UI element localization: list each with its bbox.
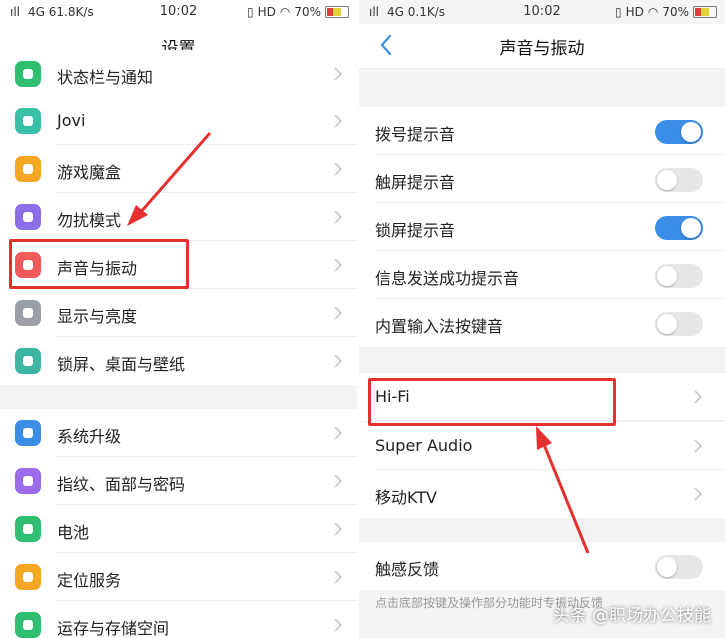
chevron-right-icon [333,569,343,585]
settings-item[interactable]: 勿扰模式 [0,193,357,241]
toggle-label: 锁屏提示音 [375,221,456,240]
toggle-label: 触屏提示音 [375,173,456,192]
settings-item[interactable]: Jovi [0,97,357,145]
haptic-feedback-row[interactable]: 触感反馈 [359,542,725,590]
battery-level: 70% [662,5,689,19]
chevron-right-icon [693,389,703,405]
palette-icon [15,348,41,374]
settings-item-label: 游戏魔盒 [57,163,122,182]
section-gap [359,347,725,373]
chevron-right-icon [333,473,343,489]
settings-item-label: 状态栏与通知 [57,68,154,87]
settings-item-label: 运存与存储空间 [57,619,170,638]
chevron-right-icon [333,617,343,633]
status-bar: ıll 4G 0.1K/s 10:02 ▯ HD ◠ 70% [359,0,725,24]
hd-badge: HD [257,5,276,19]
toggle-switch[interactable] [655,312,703,336]
chevron-right-icon [333,209,343,225]
vibrate-icon: ▯ [614,5,622,19]
section-gap [359,69,725,107]
page-title: 声音与振动 [499,39,585,59]
settings-item-label: 定位服务 [57,571,122,590]
settings-screen: ıll 4G 61.8K/s 10:02 ▯ HD ◠ 70% 设置 状态栏与通… [0,0,357,638]
fingerprint-icon [15,468,41,494]
toggle-row[interactable]: 锁屏提示音 [359,203,725,251]
settings-item-label: Jovi [57,111,86,130]
settings-item[interactable]: 游戏魔盒 [0,145,357,193]
haptic-feedback-toggle[interactable] [655,555,703,579]
battery-icon [325,6,349,18]
link-label: 移动KTV [375,488,437,507]
highlight-box-sound [9,239,189,289]
toggle-switch[interactable] [655,264,703,288]
chevron-right-icon [333,257,343,273]
settings-item[interactable]: 指纹、面部与密码 [0,457,357,505]
highlight-box-hifi [368,378,616,426]
settings-item-label: 指纹、面部与密码 [57,475,186,494]
wifi-icon: ◠ [647,5,659,19]
status-bar: ıll 4G 61.8K/s 10:02 ▯ HD ◠ 70% [0,0,357,24]
settings-item[interactable]: 显示与亮度 [0,289,357,337]
settings-item[interactable]: 状态栏与通知 [0,50,357,98]
settings-item[interactable]: 定位服务 [0,553,357,601]
toggle-switch[interactable] [655,120,703,144]
settings-item[interactable]: 电池 [0,505,357,553]
toggle-row[interactable]: 触屏提示音 [359,155,725,203]
chevron-right-icon [333,353,343,369]
chevron-right-icon [333,66,343,82]
watermark: 头条 @职场办公技能 [552,606,711,626]
gamepad-icon [15,156,41,182]
settings-item[interactable]: 运存与存储空间 [0,601,357,638]
settings-item-label: 电池 [57,523,90,542]
moon-icon [15,204,41,230]
settings-item-label: 显示与亮度 [57,307,138,326]
link-label: Super Audio [375,436,473,455]
hd-badge: HD [625,5,644,19]
battery-icon [15,516,41,542]
toggle-label: 信息发送成功提示音 [375,269,520,288]
toggle-row[interactable]: 拨号提示音 [359,107,725,155]
settings-item-label: 锁屏、桌面与壁纸 [57,355,186,374]
chevron-right-icon [693,438,703,454]
sound-settings-screen: ıll 4G 0.1K/s 10:02 ▯ HD ◠ 70% 声音与振动 拨号提… [359,0,725,638]
battery-level: 70% [294,5,321,19]
chevron-right-icon [693,486,703,502]
sun-icon [15,300,41,326]
link-row[interactable]: Super Audio [359,422,725,470]
header: 声音与振动 [359,24,725,69]
chevron-right-icon [333,425,343,441]
chevron-right-icon [333,521,343,537]
settings-item[interactable]: 系统升级 [0,409,357,457]
chevron-right-icon [333,113,343,129]
toggle-label: 内置输入法按键音 [375,317,504,336]
location-icon [15,564,41,590]
section-gap [359,518,725,542]
chevron-right-icon [333,161,343,177]
chevron-right-icon [333,305,343,321]
toggle-row[interactable]: 内置输入法按键音 [359,299,725,347]
settings-item[interactable]: 锁屏、桌面与壁纸 [0,337,357,385]
storage-icon [15,612,41,638]
settings-item-label: 勿扰模式 [57,211,122,230]
toggle-switch[interactable] [655,216,703,240]
toggle-label: 拨号提示音 [375,125,456,144]
haptic-feedback-label: 触感反馈 [375,560,440,579]
battery-icon [693,6,717,18]
wifi-icon: ◠ [279,5,291,19]
status-icon [15,61,41,87]
upgrade-icon [15,420,41,446]
link-row[interactable]: 移动KTV [359,470,725,518]
toggle-row[interactable]: 信息发送成功提示音 [359,251,725,299]
settings-item-label: 系统升级 [57,427,122,446]
section-gap [0,385,357,409]
jovi-icon [15,108,41,134]
vibrate-icon: ▯ [246,5,254,19]
toggle-switch[interactable] [655,168,703,192]
